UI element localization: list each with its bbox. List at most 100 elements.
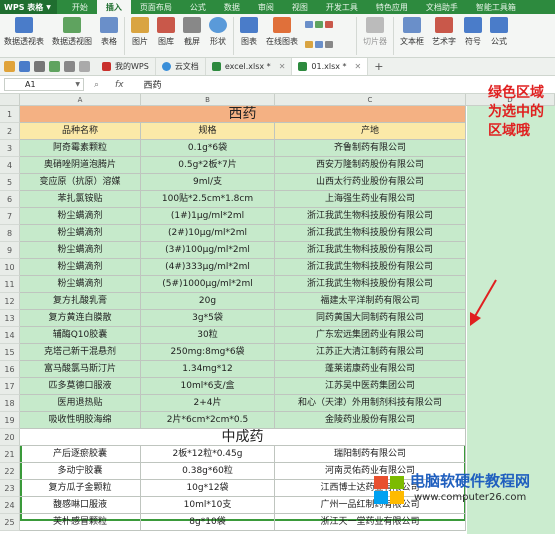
preview-icon[interactable] <box>49 61 60 72</box>
menu-doc-assistant[interactable]: 文档助手 <box>417 0 467 14</box>
table-cell[interactable]: 0.1g*6袋 <box>141 140 275 157</box>
sheet-section-title[interactable]: 中成药 <box>20 429 466 446</box>
column-header-a[interactable]: A <box>20 94 141 106</box>
row-header[interactable]: 21 <box>0 446 20 463</box>
fx-icon[interactable]: fx <box>115 80 124 90</box>
table-cell[interactable]: 浙江我武生物科技股份有限公司 <box>275 276 466 293</box>
table-cell[interactable]: 复方瓜子金颗粒 <box>20 480 141 497</box>
table-cell[interactable]: 粉尘螨滴剂 <box>20 208 141 225</box>
table-cell[interactable]: 变应原（抗原）溶媒 <box>20 174 141 191</box>
picture-button[interactable]: 图片 <box>127 14 153 47</box>
table-cell[interactable]: 吸收性明胶海绵 <box>20 412 141 429</box>
table-cell[interactable]: 30粒 <box>141 327 275 344</box>
row-header[interactable]: 9 <box>0 242 20 259</box>
row-header[interactable]: 19 <box>0 412 20 429</box>
online-chart-button[interactable]: 在线图表 <box>262 14 302 47</box>
table-cell[interactable]: 和心（天津）外用制剂科技有限公司 <box>275 395 466 412</box>
row-header[interactable]: 8 <box>0 225 20 242</box>
open-folder-icon[interactable] <box>4 61 15 72</box>
table-cell[interactable]: 辅酶Q10胶囊 <box>20 327 141 344</box>
row-header[interactable]: 4 <box>0 157 20 174</box>
line-chart-icons[interactable] <box>305 39 351 49</box>
table-cell[interactable]: 多动宁胶囊 <box>20 463 141 480</box>
row-header[interactable]: 5 <box>0 174 20 191</box>
table-cell[interactable]: 粉尘螨滴剂 <box>20 242 141 259</box>
table-cell[interactable]: 10g*12袋 <box>141 480 275 497</box>
table-cell[interactable]: (1#)1μg/ml*2ml <box>141 208 275 225</box>
table-cell[interactable]: 粉尘螨滴剂 <box>20 259 141 276</box>
table-cell[interactable]: (5#)1000μg/ml*2ml <box>141 276 275 293</box>
row-header[interactable]: 22 <box>0 463 20 480</box>
table-cell[interactable]: 医用退热贴 <box>20 395 141 412</box>
menu-developer[interactable]: 开发工具 <box>317 0 367 14</box>
table-cell[interactable]: 20g <box>141 293 275 310</box>
print-icon[interactable] <box>34 61 45 72</box>
table-cell[interactable]: 粉尘螨滴剂 <box>20 276 141 293</box>
table-cell[interactable]: 2片*6cm*2cm*0.5 <box>141 412 275 429</box>
table-cell[interactable]: 馥感啉口服液 <box>20 497 141 514</box>
close-icon[interactable]: ✕ <box>279 62 286 71</box>
table-cell[interactable]: 苯扎氯铵贴 <box>20 191 141 208</box>
table-cell[interactable]: 浙江我武生物科技股份有限公司 <box>275 208 466 225</box>
select-all-corner[interactable] <box>0 94 20 106</box>
formula-button[interactable]: 公式 <box>486 14 512 47</box>
row-header[interactable]: 25 <box>0 514 20 531</box>
undo-icon[interactable] <box>64 61 75 72</box>
table-cell[interactable]: 浙江我武生物科技股份有限公司 <box>275 259 466 276</box>
zoom-search-icon[interactable]: ⌕ <box>94 80 99 90</box>
table-cell[interactable]: 浙江我武生物科技股份有限公司 <box>275 225 466 242</box>
table-cell[interactable]: 蓬莱诺康药业有限公司 <box>275 361 466 378</box>
table-header-cell[interactable]: 规格 <box>141 123 275 140</box>
table-cell[interactable]: 江苏正大清江制药有限公司 <box>275 344 466 361</box>
table-cell[interactable]: 匹多莫德口服液 <box>20 378 141 395</box>
menu-formulas[interactable]: 公式 <box>181 0 215 14</box>
table-cell[interactable]: 西安万隆制药股份有限公司 <box>275 157 466 174</box>
column-header-b[interactable]: B <box>141 94 275 106</box>
menu-data[interactable]: 数据 <box>215 0 249 14</box>
name-box[interactable]: A1 ▼ <box>4 78 84 91</box>
menu-home[interactable]: 开始 <box>63 0 97 14</box>
textbox-button[interactable]: 文本框 <box>396 14 428 47</box>
menu-page-layout[interactable]: 页面布局 <box>131 0 181 14</box>
table-header-cell[interactable]: 品种名称 <box>20 123 141 140</box>
table-button[interactable]: 表格 <box>96 14 122 47</box>
table-cell[interactable]: 广东宏远集团药业有限公司 <box>275 327 466 344</box>
table-cell[interactable]: 芙朴感冒颗粒 <box>20 514 141 531</box>
table-cell[interactable]: 1.34mg*12 <box>141 361 275 378</box>
pivot-chart-button[interactable]: 数据透视图 <box>48 14 96 47</box>
row-header[interactable]: 1 <box>0 106 20 123</box>
tab-01-xlsx[interactable]: 01.xlsx * ✕ <box>292 58 369 75</box>
table-cell[interactable]: 100贴*2.5cm*1.8cm <box>141 191 275 208</box>
table-cell[interactable]: 粉尘螨滴剂 <box>20 225 141 242</box>
table-cell[interactable]: 复方扎酸乳膏 <box>20 293 141 310</box>
table-header-cell[interactable]: 产地 <box>275 123 466 140</box>
table-cell[interactable]: 福建太平洋制药有限公司 <box>275 293 466 310</box>
new-tab-icon[interactable]: + <box>374 60 383 73</box>
table-cell[interactable]: 上海强生药业有限公司 <box>275 191 466 208</box>
table-cell[interactable]: 阿奇霉素颗粒 <box>20 140 141 157</box>
tab-my-wps[interactable]: 我的WPS <box>96 58 156 75</box>
table-cell[interactable]: 江苏吴中医药集团公司 <box>275 378 466 395</box>
table-cell[interactable]: 同药黄国大同制药有限公司 <box>275 310 466 327</box>
table-cell[interactable]: 0.38g*60粒 <box>141 463 275 480</box>
row-header[interactable]: 13 <box>0 310 20 327</box>
redo-icon[interactable] <box>79 61 90 72</box>
row-header[interactable]: 16 <box>0 361 20 378</box>
row-header[interactable]: 15 <box>0 344 20 361</box>
shapes-button[interactable]: 形状 <box>205 14 231 47</box>
row-header[interactable]: 20 <box>0 429 20 446</box>
close-icon[interactable]: ✕ <box>355 62 362 71</box>
row-header[interactable]: 7 <box>0 208 20 225</box>
row-header[interactable]: 23 <box>0 480 20 497</box>
menu-insert[interactable]: 插入 <box>96 0 131 14</box>
table-cell[interactable]: 8g*10袋 <box>141 514 275 531</box>
table-cell[interactable]: 产后逐瘀胶囊 <box>20 446 141 463</box>
wordart-button[interactable]: 艺术字 <box>428 14 460 47</box>
menu-review[interactable]: 审阅 <box>249 0 283 14</box>
table-cell[interactable]: 0.5g*2板*7片 <box>141 157 275 174</box>
table-cell[interactable]: 克塔己新干混悬剂 <box>20 344 141 361</box>
table-cell[interactable]: (2#)10μg/ml*2ml <box>141 225 275 242</box>
table-cell[interactable]: (3#)100μg/ml*2ml <box>141 242 275 259</box>
symbol-button[interactable]: 符号 <box>460 14 486 47</box>
row-header[interactable]: 2 <box>0 123 20 140</box>
